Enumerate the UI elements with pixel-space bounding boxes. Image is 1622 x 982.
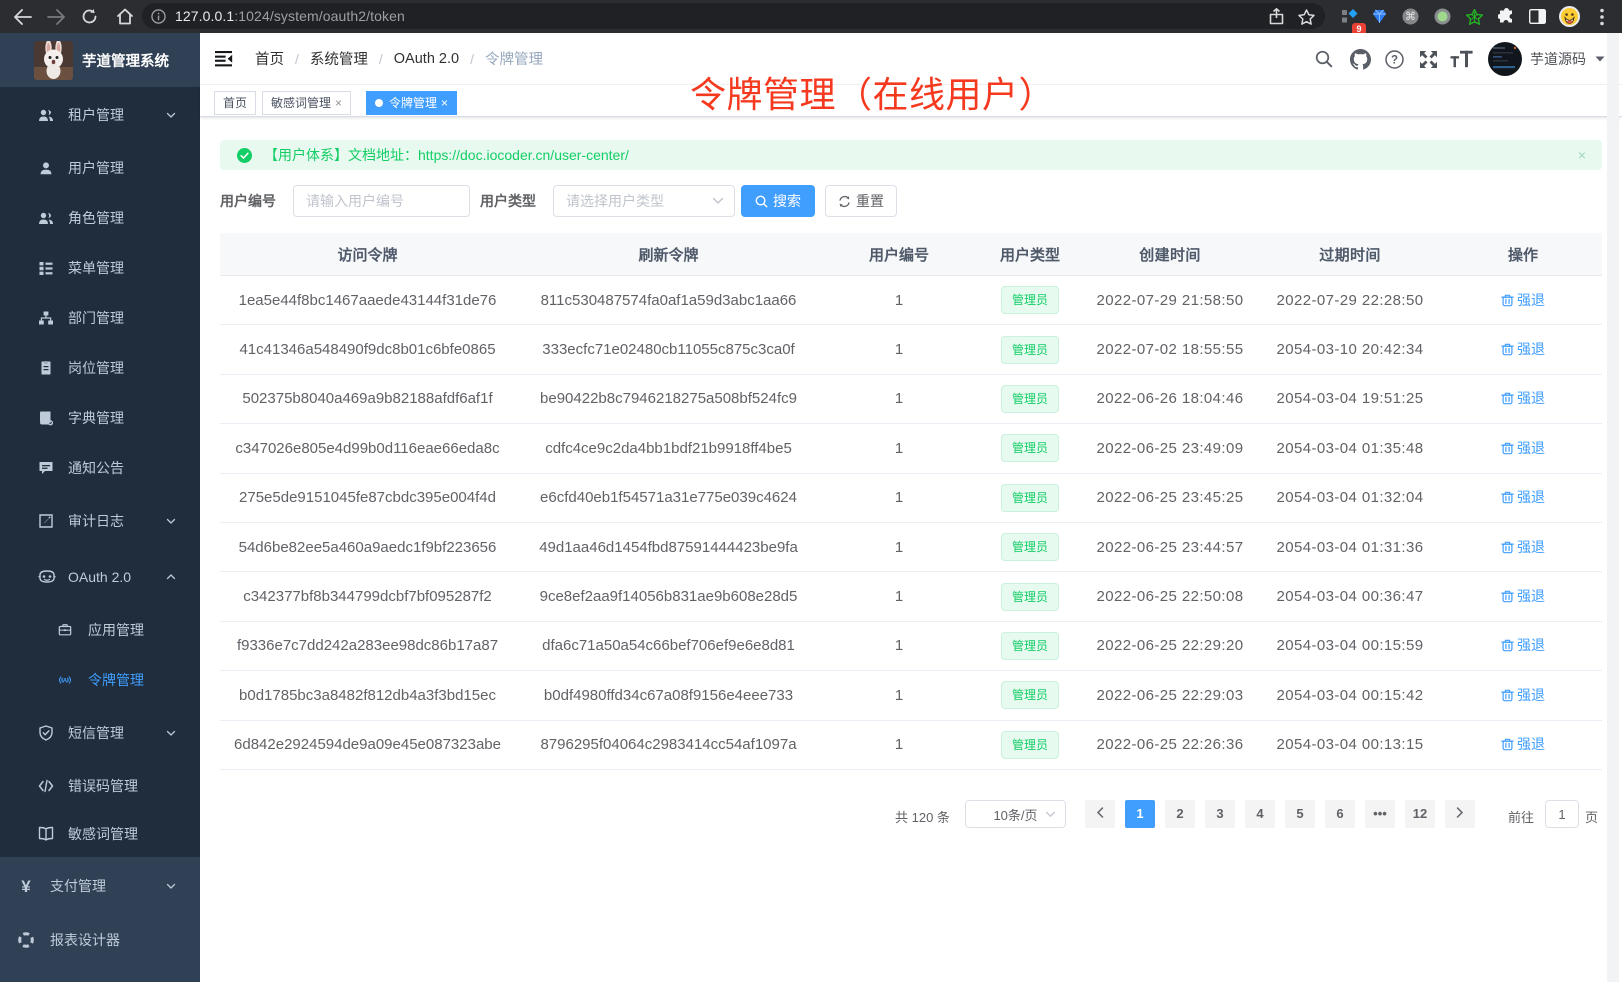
svg-text:¥: ¥ [21,878,31,894]
svg-text:A: A [63,677,68,684]
svg-text:⌘: ⌘ [1405,11,1416,23]
